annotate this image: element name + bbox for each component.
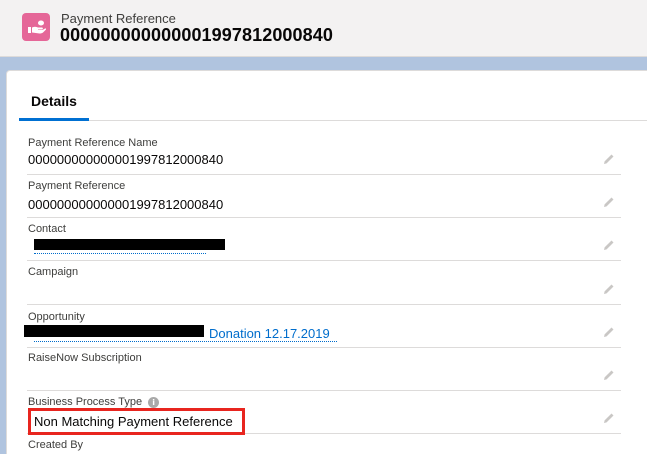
field-payment-reference: Payment Reference 0000000000000019978120… bbox=[27, 175, 621, 218]
edit-pencil-icon[interactable] bbox=[603, 153, 615, 165]
field-label-wrap: Business Process Type i bbox=[28, 396, 160, 408]
field-raisenow-subscription: RaiseNow Subscription bbox=[27, 348, 621, 391]
field-opportunity: Opportunity Donation 12.17.2019 bbox=[24, 305, 621, 348]
tab-bar: Details bbox=[19, 81, 647, 121]
hand-coin-icon bbox=[22, 13, 50, 41]
highlight-annotation-box bbox=[28, 408, 245, 435]
field-label: Campaign bbox=[28, 266, 79, 278]
field-value: 000000000000001997812000840 bbox=[28, 197, 224, 212]
field-label: Payment Reference bbox=[28, 180, 126, 192]
contact-link-underline[interactable] bbox=[34, 253, 206, 254]
object-type-label: Payment Reference bbox=[61, 11, 176, 26]
opportunity-link[interactable]: Donation 12.17.2019 bbox=[209, 326, 330, 341]
field-label: Business Process Type bbox=[28, 396, 143, 408]
field-label: Opportunity bbox=[28, 311, 85, 323]
edit-pencil-icon[interactable] bbox=[603, 196, 615, 208]
edit-pencil-icon[interactable] bbox=[603, 239, 615, 251]
edit-pencil-icon[interactable] bbox=[603, 412, 615, 424]
field-label: Created By bbox=[28, 439, 84, 451]
field-value: 000000000000001997812000840 bbox=[28, 152, 224, 167]
record-title: 000000000000001997812000840 bbox=[60, 25, 333, 45]
field-created-by: Created By bbox=[27, 434, 621, 454]
field-label: RaiseNow Subscription bbox=[28, 352, 142, 364]
tab-details[interactable]: Details bbox=[19, 81, 89, 121]
edit-pencil-icon[interactable] bbox=[603, 283, 615, 295]
field-payment-reference-name: Payment Reference Name 00000000000000199… bbox=[27, 132, 621, 175]
opportunity-link-underline[interactable] bbox=[34, 341, 337, 342]
field-label: Contact bbox=[28, 223, 66, 235]
redacted-contact-name bbox=[34, 239, 225, 250]
field-label: Payment Reference Name bbox=[28, 137, 158, 149]
info-icon[interactable]: i bbox=[148, 397, 160, 408]
field-campaign: Campaign bbox=[27, 261, 621, 305]
record-header: Payment Reference 0000000000000019978120… bbox=[0, 0, 647, 57]
edit-pencil-icon[interactable] bbox=[603, 369, 615, 381]
field-contact: Contact bbox=[27, 218, 621, 261]
edit-pencil-icon[interactable] bbox=[603, 326, 615, 338]
redacted-opportunity-prefix bbox=[24, 325, 204, 337]
